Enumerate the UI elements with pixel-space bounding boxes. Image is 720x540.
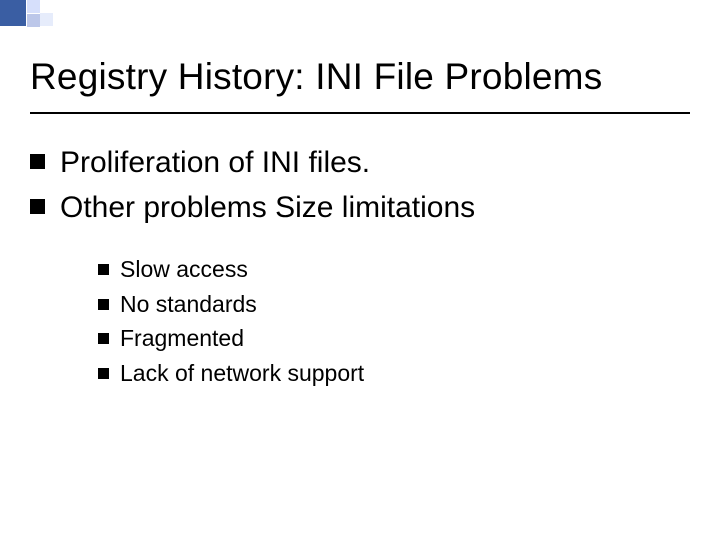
square-bullet-icon [98,368,109,379]
square-bullet-icon [30,199,45,214]
list-item-text: Other problems Size limitations [60,190,475,226]
sub-list: Slow access No standards Fragmented Lack… [98,256,690,387]
square-bullet-icon [98,333,109,344]
list-item-text: Fragmented [120,325,244,353]
accent-square-small [27,14,40,27]
list-item: Slow access [98,256,690,284]
slide-title: Registry History: INI File Problems [30,56,602,98]
list-item: No standards [98,291,690,319]
accent-square-large [0,0,26,26]
list-item-text: Proliferation of INI files. [60,145,370,181]
square-bullet-icon [98,264,109,275]
square-bullet-icon [98,299,109,310]
list-item: Proliferation of INI files. [30,145,690,181]
list-item-text: Lack of network support [120,360,364,388]
list-item-text: Slow access [120,256,248,284]
corner-decoration [0,0,53,27]
slide-body: Proliferation of INI files. Other proble… [30,145,690,394]
list-item: Lack of network support [98,360,690,388]
title-underline [30,112,690,114]
list-item: Fragmented [98,325,690,353]
square-bullet-icon [30,154,45,169]
list-item: Other problems Size limitations [30,190,690,226]
accent-square-small [27,0,40,13]
accent-square-small [40,13,53,26]
list-item-text: No standards [120,291,257,319]
